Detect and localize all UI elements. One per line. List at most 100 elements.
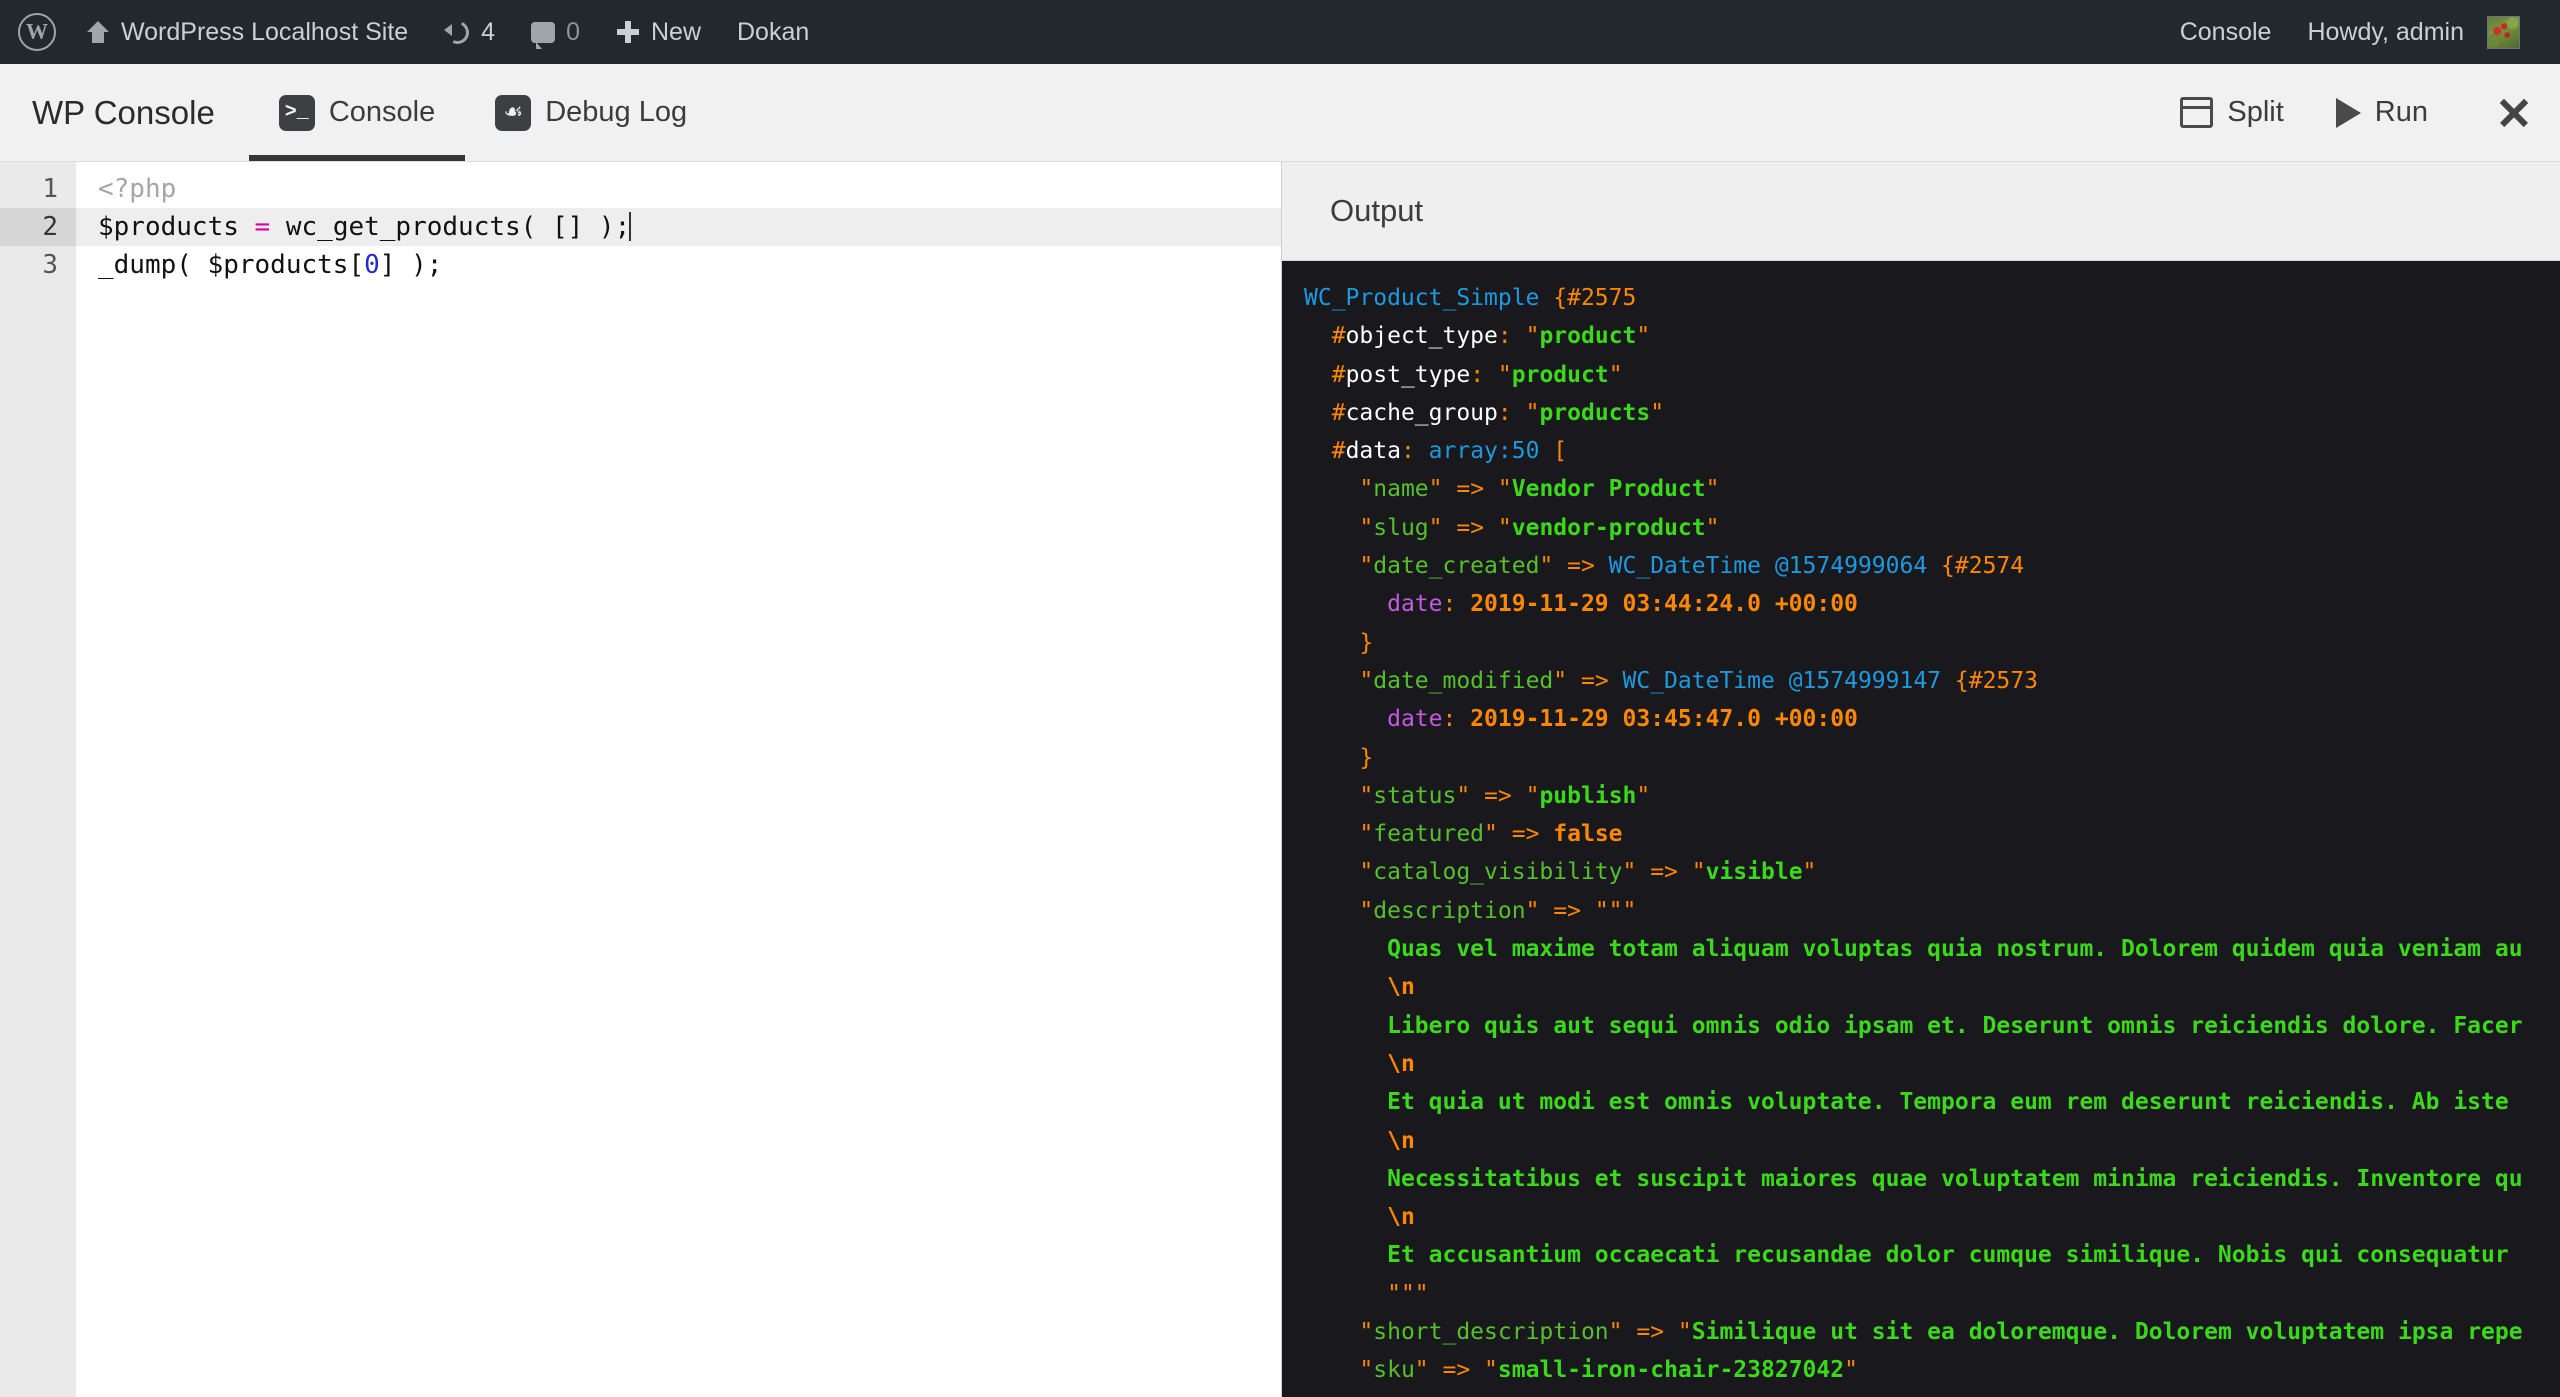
updates-menu[interactable]: 4 [426,0,513,64]
dump-line: Et quia ut modi est omnis voluptate. Tem… [1304,1083,2560,1121]
split-label: Split [2227,96,2283,129]
dump-token: {#2573 [1941,668,2038,694]
admin-bar-right-group: Console Howdy, admin [2162,0,2560,64]
code-line[interactable]: _dump( $products[0] ); [76,246,1281,284]
new-content-menu[interactable]: New [598,0,719,64]
howdy-label: Howdy, admin [2307,18,2464,47]
dump-token: array:50 [1429,438,1540,464]
dump-token: " [1359,859,1373,885]
updates-count: 4 [481,18,495,47]
dump-token: # [1332,362,1346,388]
line-number: 2 [0,208,76,246]
run-label: Run [2375,96,2428,129]
dump-token: data [1346,438,1401,464]
dump-line: date: 2019-11-29 03:44:24.0 +00:00 [1304,585,2560,623]
dump-token: " [1498,476,1512,502]
tab-debug-log[interactable]: ☙ Debug Log [465,64,717,161]
code-line[interactable]: <?php [76,170,1281,208]
dump-token: => [1498,821,1553,847]
dump-token: product [1512,362,1609,388]
comments-count: 0 [566,18,580,47]
dump-token: " [1609,1319,1623,1345]
console-tabs: >_ Console ☙ Debug Log [249,64,717,161]
dump-indent [1304,745,1359,771]
code-line[interactable]: $products = wc_get_products( [] ); [76,208,1281,246]
comment-icon [531,22,555,43]
dump-line: Necessitatibus et suscipit maiores quae … [1304,1160,2560,1198]
dump-token: => [1623,1319,1678,1345]
dump-token: date_created [1373,553,1539,579]
comments-menu[interactable]: 0 [513,0,598,64]
my-account-menu[interactable]: Howdy, admin [2289,0,2538,64]
dump-token: " [1706,476,1720,502]
dump-token: \n [1387,1204,1415,1230]
dump-token: " [1609,362,1623,388]
dump-indent [1304,1128,1387,1154]
dump-token: WC_DateTime [1609,553,1761,579]
dump-token: } [1359,630,1373,656]
dump-token: " [1636,323,1650,349]
code-editor-panel[interactable]: 123 <?php$products = wc_get_products( []… [0,162,1282,1397]
dump-token: small-iron-chair-23827042 [1498,1357,1844,1383]
dump-token: Libero quis aut sequi omnis odio ipsam e… [1387,1013,2522,1039]
dump-token: 2019-11-29 03:45:47.0 +00:00 [1470,706,1858,732]
dump-token: product [1539,323,1636,349]
dump-line: "short_description" => "Similique ut sit… [1304,1313,2560,1351]
dump-token: \n [1387,1051,1415,1077]
console-menu[interactable]: Console [2162,0,2290,64]
dump-token: } [1359,745,1373,771]
code-token: <?php [98,174,176,204]
dump-token: " [1359,668,1373,694]
dump-line: date: 2019-11-29 03:45:47.0 +00:00 [1304,700,2560,738]
dump-line: "status" => "publish" [1304,777,2560,815]
wp-console-toolbar: WP Console >_ Console ☙ Debug Log Split … [0,64,2560,162]
dump-token: " [1415,1357,1429,1383]
code-token: wc_get_products( [] ); [270,212,630,242]
dump-line: "date_modified" => WC_DateTime @15749991… [1304,662,2560,700]
dump-indent [1304,859,1359,885]
dump-indent [1304,668,1359,694]
dump-token: 2019-11-29 03:44:24.0 +00:00 [1470,591,1858,617]
dump-token: : [1498,400,1526,426]
code-token: 0 [364,250,380,280]
dump-line: Quas vel maxime totam aliquam voluptas q… [1304,930,2560,968]
dump-token: {#2574 [1927,553,2024,579]
dump-token: short_description [1373,1319,1608,1345]
dump-token: " [1526,783,1540,809]
dump-indent [1304,1319,1359,1345]
dump-token: " [1706,515,1720,541]
dump-token: " [1553,668,1567,694]
play-icon [2336,98,2361,128]
code-area[interactable]: <?php $products = wc_get_products( [] );_… [76,162,1281,1397]
dump-token: date [1387,706,1442,732]
dump-token: # [1332,323,1346,349]
tab-debug-log-label: Debug Log [545,96,687,129]
tab-console[interactable]: >_ Console [249,64,465,161]
wordpress-logo-button[interactable] [0,0,68,64]
dump-token: @1574999064 [1775,553,1927,579]
dump-line: "slug" => "vendor-product" [1304,509,2560,547]
dump-token: " [1498,362,1512,388]
dump-token: vendor-product [1512,515,1706,541]
dump-token: [ [1539,438,1567,464]
dump-token: : [1442,706,1470,732]
output-panel: Output WC_Product_Simple {#2575 #object_… [1282,162,2560,1397]
dump-indent [1304,400,1332,426]
dump-token: " [1803,859,1817,885]
dump-line: "description" => """ [1304,892,2560,930]
dump-token: " [1484,1357,1498,1383]
run-button[interactable]: Run [2310,64,2454,161]
close-icon[interactable] [2494,93,2534,133]
dokan-menu[interactable]: Dokan [719,0,827,64]
dump-token: => [1636,859,1691,885]
plus-icon [616,20,640,44]
dump-token: # [1332,400,1346,426]
dump-indent [1304,630,1359,656]
site-name-menu[interactable]: WordPress Localhost Site [68,0,426,64]
split-button[interactable]: Split [2154,64,2309,161]
output-dump[interactable]: WC_Product_Simple {#2575 #object_type: "… [1282,261,2560,1397]
dump-token [1775,668,1789,694]
code-token: ] ); [380,250,443,280]
dump-indent [1304,591,1387,617]
dump-line: Libero quis aut sequi omnis odio ipsam e… [1304,1007,2560,1045]
